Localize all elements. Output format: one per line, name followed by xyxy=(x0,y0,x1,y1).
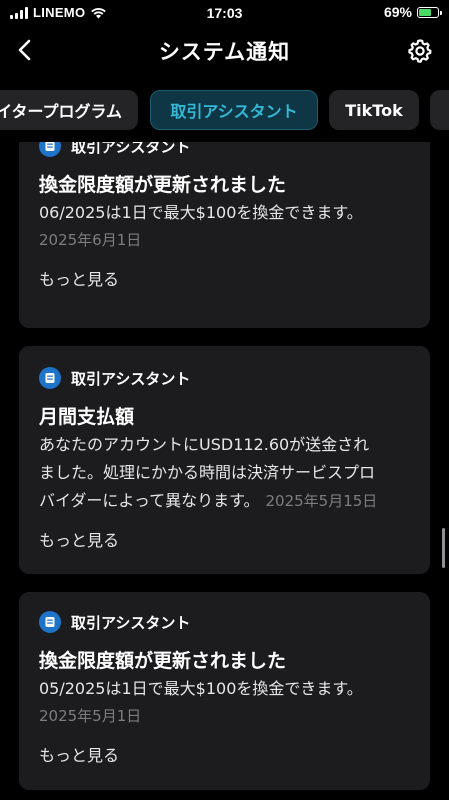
transaction-assistant-icon xyxy=(39,367,61,389)
battery-info: 69% xyxy=(383,4,442,20)
notification-date: 2025年5月15日 xyxy=(265,492,378,510)
sender-name: 取引アシスタント xyxy=(71,369,191,388)
notification-body: 06/2025は1日で最大$100を換金できます。 xyxy=(39,203,363,222)
notification-feed[interactable]: 取引アシスタント 換金限度額が更新されました 06/2025は1日で最大$100… xyxy=(0,142,449,800)
see-more-link[interactable]: もっと見る xyxy=(39,266,410,290)
tab-tiktok[interactable]: TikTok xyxy=(329,90,419,130)
body-line: バイダーによって異なります。 xyxy=(39,491,260,510)
body-line-with-date: バイダーによって異なります。 2025年5月15日 xyxy=(39,487,410,515)
battery-percent: 69% xyxy=(383,4,412,20)
notification-title: 換金限度額が更新されました xyxy=(39,174,287,196)
card-header: 取引アシスタント xyxy=(39,610,410,634)
battery-icon xyxy=(417,6,442,18)
notification-card[interactable]: 取引アシスタント 月間支払額 あなたのアカウントにUSD112.60が送金され … xyxy=(19,346,430,574)
notification-body: 05/2025は1日で最大$100を換金できます。 xyxy=(39,679,363,698)
notification-card[interactable]: 取引アシスタント 換金限度額が更新されました 05/2025は1日で最大$100… xyxy=(19,592,430,790)
tab-label: イタープログラム xyxy=(0,102,122,121)
sender-name: 取引アシスタント xyxy=(71,613,191,632)
scrollbar[interactable] xyxy=(442,528,445,568)
transaction-assistant-icon xyxy=(39,142,61,157)
gear-icon xyxy=(408,39,432,63)
notification-card[interactable]: 取引アシスタント 換金限度額が更新されました 06/2025は1日で最大$100… xyxy=(19,142,430,328)
notification-title: 月間支払額 xyxy=(39,406,135,428)
card-header: 取引アシスタント xyxy=(39,366,410,390)
notification-date: 2025年5月1日 xyxy=(39,707,142,725)
category-tabs: イタープログラム 取引アシスタント TikTok xyxy=(0,90,449,132)
card-header: 取引アシスタント xyxy=(39,142,410,158)
settings-button[interactable] xyxy=(407,38,433,64)
see-more-link[interactable]: もっと見る xyxy=(39,527,410,551)
tab-transaction-assistant[interactable]: 取引アシスタント xyxy=(150,90,318,130)
transaction-assistant-icon xyxy=(39,611,61,633)
see-more-link[interactable]: もっと見る xyxy=(39,742,410,766)
tab-label: TikTok xyxy=(345,100,403,120)
body-line: あなたのアカウントにUSD112.60が送金され xyxy=(39,435,370,454)
notification-title: 換金限度額が更新されました xyxy=(39,650,287,672)
body-line: ました。処理にかかる時間は決済サービスプロ xyxy=(39,463,376,482)
clock: 17:03 xyxy=(206,5,243,21)
notification-body: あなたのアカウントにUSD112.60が送金され ました。処理にかかる時間は決済… xyxy=(39,431,410,515)
tab-more[interactable] xyxy=(430,90,449,130)
notification-date: 2025年6月1日 xyxy=(39,231,142,249)
sender-name: 取引アシスタント xyxy=(71,142,191,156)
status-bar: LINEMO 17:03 69% xyxy=(0,0,449,26)
navigation-header: システム通知 xyxy=(0,26,449,76)
tab-label: 取引アシスタント xyxy=(170,102,298,121)
battery-level xyxy=(419,8,432,16)
page-title: システム通知 xyxy=(158,40,291,64)
tab-creator-program[interactable]: イタープログラム xyxy=(0,90,138,130)
